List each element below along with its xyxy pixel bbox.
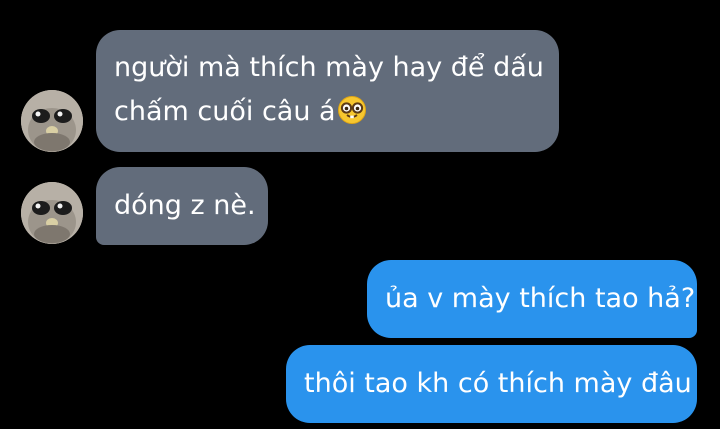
message-bubble-incoming[interactable]: người mà thích mày hay để dấu chấm cuối … — [96, 30, 559, 152]
message-text-line: chấm cuối câu á — [114, 90, 541, 134]
owl-avatar-icon — [21, 90, 83, 152]
message-bubble-incoming[interactable]: dóng z nè. — [96, 167, 268, 245]
message-text-line: dóng z nè. — [114, 190, 256, 221]
nerd-face-emoji — [337, 96, 366, 124]
message-bubble-outgoing[interactable]: thôi tao kh có thích mày đâu — [286, 345, 697, 423]
chat-screen: { "messages": [ { "direction": "incoming… — [0, 0, 720, 429]
message-text-line: ủa v mày thích tao hả? — [385, 283, 696, 314]
message-bubble-outgoing[interactable]: ủa v mày thích tao hả? — [367, 260, 697, 338]
sender-avatar[interactable] — [21, 182, 83, 244]
message-text-line: người mà thích mày hay để dấu — [114, 52, 544, 83]
sender-avatar[interactable] — [21, 90, 83, 152]
message-text-line: thôi tao kh có thích mày đâu — [304, 368, 692, 399]
owl-avatar-icon — [21, 182, 83, 244]
